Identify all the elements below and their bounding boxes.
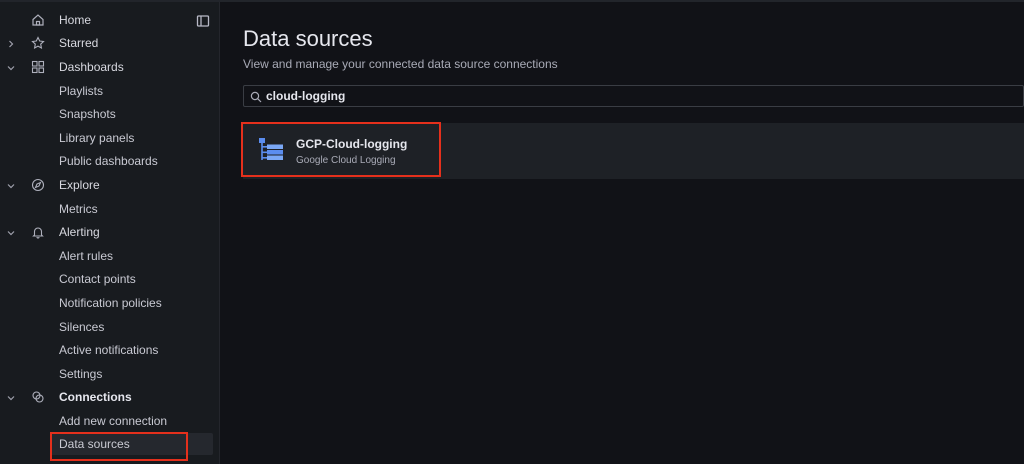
datasource-card[interactable]: GCP-Cloud-logging Google Cloud Logging xyxy=(243,123,1024,179)
sidebar-item-settings[interactable]: Settings xyxy=(0,362,219,386)
chevron-down-icon[interactable] xyxy=(6,392,16,402)
chevron-right-icon[interactable] xyxy=(6,38,16,48)
sidebar: Home Starred Dashboards Playlists Snapshots L… xyxy=(0,2,220,464)
sidebar-nav: Home Starred Dashboards Playlists Snapshots L… xyxy=(0,8,219,456)
sidebar-item-label: Library panels xyxy=(59,130,135,145)
sidebar-item-explore[interactable]: Explore xyxy=(0,173,219,197)
sidebar-item-library-panels[interactable]: Library panels xyxy=(0,126,219,150)
sidebar-item-starred[interactable]: Starred xyxy=(0,32,219,56)
sidebar-item-label: Snapshots xyxy=(59,107,116,122)
chevron-down-icon[interactable] xyxy=(6,180,16,190)
datasource-name[interactable]: GCP-Cloud-logging xyxy=(296,137,407,151)
connections-icon xyxy=(31,390,45,404)
sidebar-item-label: Settings xyxy=(59,366,103,381)
sidebar-item-notification-policies[interactable]: Notification policies xyxy=(0,291,219,315)
sidebar-item-active-notifications[interactable]: Active notifications xyxy=(0,338,219,362)
sidebar-item-playlists[interactable]: Playlists xyxy=(0,79,219,103)
sidebar-item-snapshots[interactable]: Snapshots xyxy=(0,102,219,126)
search-box[interactable] xyxy=(243,85,1024,107)
dashboards-grid-icon xyxy=(31,60,45,74)
sidebar-item-data-sources[interactable]: Data sources xyxy=(0,433,219,457)
sidebar-item-label: Dashboards xyxy=(59,59,124,74)
sidebar-item-label: Data sources xyxy=(59,437,130,452)
sidebar-item-silences[interactable]: Silences xyxy=(0,315,219,339)
sidebar-item-label: Connections xyxy=(59,390,132,405)
sidebar-item-label: Notification policies xyxy=(59,295,162,310)
bell-icon xyxy=(31,225,45,239)
page-title: Data sources xyxy=(243,26,373,51)
sidebar-item-label: Alert rules xyxy=(59,248,114,263)
sidebar-item-dashboards[interactable]: Dashboards xyxy=(0,55,219,79)
sidebar-item-label: Alerting xyxy=(59,225,100,240)
sidebar-item-label: Home xyxy=(59,12,92,27)
sidebar-item-label: Add new connection xyxy=(59,413,168,428)
google-cloud-logging-icon xyxy=(257,136,285,164)
sidebar-item-alert-rules[interactable]: Alert rules xyxy=(0,244,219,268)
search-icon xyxy=(250,90,262,103)
sidebar-item-alerting[interactable]: Alerting xyxy=(0,220,219,244)
sidebar-item-public-dashboards[interactable]: Public dashboards xyxy=(0,150,219,174)
compass-icon xyxy=(31,178,45,192)
sidebar-item-add-new-connection[interactable]: Add new connection xyxy=(0,409,219,433)
sidebar-item-label: Silences xyxy=(59,319,105,334)
chevron-down-icon[interactable] xyxy=(6,227,16,237)
sidebar-item-home[interactable]: Home xyxy=(0,8,219,32)
page-subtitle: View and manage your connected data sour… xyxy=(243,57,558,71)
sidebar-item-label: Explore xyxy=(59,177,100,192)
main-content: Data sources View and manage your connec… xyxy=(220,2,1024,464)
sidebar-item-label: Metrics xyxy=(59,201,98,216)
sidebar-item-label: Active notifications xyxy=(59,343,159,358)
sidebar-item-label: Starred xyxy=(59,36,99,51)
star-icon xyxy=(31,36,45,50)
sidebar-item-label: Public dashboards xyxy=(59,154,158,169)
sidebar-item-label: Contact points xyxy=(59,272,136,287)
datasource-type: Google Cloud Logging xyxy=(296,155,396,166)
sidebar-item-metrics[interactable]: Metrics xyxy=(0,197,219,221)
search-input[interactable] xyxy=(266,86,1006,106)
sidebar-item-contact-points[interactable]: Contact points xyxy=(0,268,219,292)
home-icon xyxy=(31,13,45,27)
chevron-down-icon[interactable] xyxy=(6,62,16,72)
sidebar-item-connections[interactable]: Connections xyxy=(0,386,219,410)
sidebar-item-label: Playlists xyxy=(59,83,104,98)
